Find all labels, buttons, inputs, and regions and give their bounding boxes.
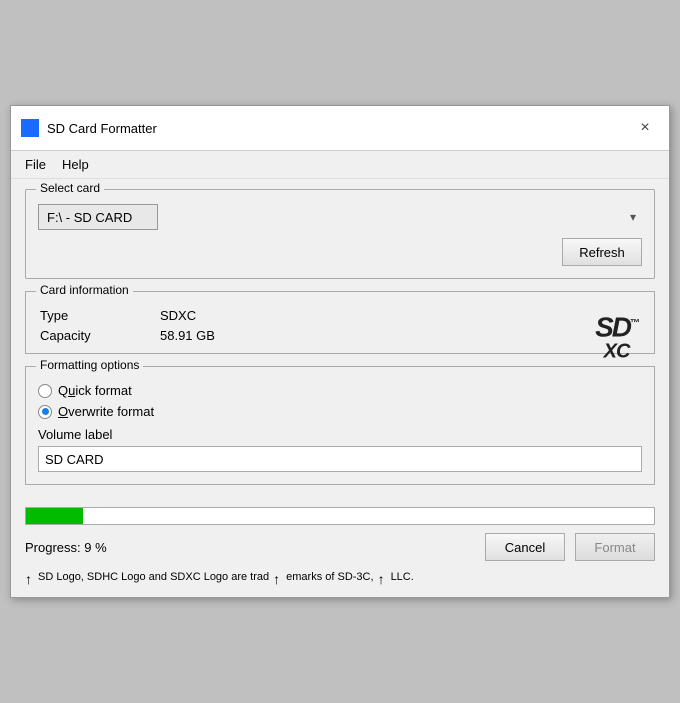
- logo-tm: ™: [630, 318, 638, 329]
- menu-file[interactable]: File: [17, 154, 54, 175]
- quick-format-radio[interactable]: [38, 384, 52, 398]
- arrow-icon-left: ↑: [25, 571, 32, 587]
- progress-bar-fill: [26, 508, 83, 524]
- card-info-section: Card information Type SDXC Capacity 58.9…: [25, 291, 655, 354]
- card-info-label: Card information: [36, 283, 133, 297]
- progress-bar-bg: [25, 507, 655, 525]
- close-button[interactable]: ×: [631, 114, 659, 142]
- refresh-row: Refresh: [38, 238, 642, 266]
- app-icon: [21, 119, 39, 137]
- arrow-icon-right: ↑: [378, 571, 385, 587]
- formatting-options-label: Formatting options: [36, 358, 143, 372]
- progress-text: Progress: 9 %: [25, 540, 475, 555]
- volume-label-input[interactable]: [38, 446, 642, 472]
- type-label: Type: [40, 308, 160, 323]
- quick-format-text: ick format: [75, 383, 131, 398]
- info-grid: Type SDXC Capacity 58.91 GB: [40, 308, 640, 343]
- refresh-button[interactable]: Refresh: [562, 238, 642, 266]
- menu-bar: File Help: [11, 151, 669, 179]
- main-window: SD Card Formatter × File Help Select car…: [10, 105, 670, 598]
- footer-area: ↑ SD Logo, SDHC Logo and SDXC Logo are t…: [11, 567, 669, 597]
- overwrite-format-label: Overwrite format: [58, 404, 154, 419]
- quick-format-row[interactable]: Quick format: [38, 383, 642, 398]
- bottom-row: Progress: 9 % Cancel Format: [11, 533, 669, 561]
- card-select[interactable]: F:\ - SD CARD: [38, 204, 158, 230]
- menu-help[interactable]: Help: [54, 154, 97, 175]
- formatting-options-section: Formatting options Quick format Overwrit…: [25, 366, 655, 485]
- type-value: SDXC: [160, 308, 640, 323]
- overwrite-format-radio[interactable]: [38, 405, 52, 419]
- volume-label-section: Volume label: [38, 427, 642, 472]
- format-button[interactable]: Format: [575, 533, 655, 561]
- footer-text-2: emarks of SD-3C,: [286, 571, 373, 583]
- cancel-button[interactable]: Cancel: [485, 533, 565, 561]
- footer-text-3: LLC.: [391, 571, 414, 583]
- window-title: SD Card Formatter: [47, 121, 631, 136]
- quick-format-label: Quick format: [58, 383, 132, 398]
- sdxc-bottom: XC: [595, 341, 638, 361]
- logo-sd-text: SD: [595, 311, 630, 342]
- capacity-label: Capacity: [40, 328, 160, 343]
- sdxc-logo: SD™ XC: [595, 313, 638, 361]
- overwrite-format-row[interactable]: Overwrite format: [38, 404, 642, 419]
- capacity-value: 58.91 GB: [160, 328, 640, 343]
- select-card-section: Select card F:\ - SD CARD Refresh: [25, 189, 655, 279]
- volume-label-title: Volume label: [38, 427, 642, 442]
- content-area: Select card F:\ - SD CARD Refresh Card i…: [11, 179, 669, 507]
- footer-text: SD Logo, SDHC Logo and SDXC Logo are tra…: [38, 571, 269, 583]
- sdxc-top: SD™: [595, 313, 638, 341]
- card-select-wrapper: F:\ - SD CARD: [38, 204, 642, 230]
- arrow-icon-mid: ↑: [273, 571, 280, 587]
- select-row: F:\ - SD CARD: [38, 204, 642, 230]
- progress-area: [11, 507, 669, 525]
- select-card-label: Select card: [36, 181, 104, 195]
- title-bar: SD Card Formatter ×: [11, 106, 669, 151]
